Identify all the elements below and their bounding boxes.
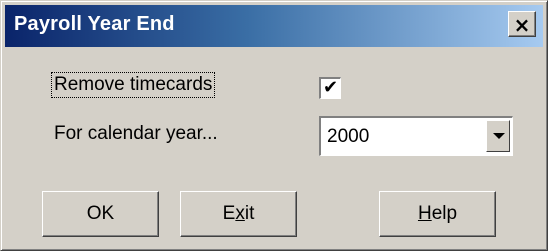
calendar-year-select[interactable]: 2000 (319, 116, 513, 156)
ok-button[interactable]: OK (42, 191, 159, 237)
exit-button-label-suffix: it (244, 203, 255, 224)
calendar-year-value: 2000 (327, 126, 370, 147)
dropdown-arrow-icon[interactable] (486, 120, 510, 152)
exit-button[interactable]: Exit (180, 191, 297, 237)
exit-button-label-prefix: E (222, 203, 236, 224)
help-button[interactable]: Help (379, 191, 496, 237)
help-button-label-suffix: elp (431, 203, 458, 224)
exit-button-mnemonic: x (235, 203, 245, 224)
checkmark-icon: ✔ (322, 77, 339, 98)
close-icon: × (513, 13, 531, 37)
remove-timecards-label[interactable]: Remove timecards (50, 72, 216, 98)
title-bar[interactable]: Payroll Year End × (5, 5, 543, 47)
window-title: Payroll Year End (14, 13, 175, 35)
calendar-year-label: For calendar year... (54, 123, 218, 144)
help-button-mnemonic: H (417, 203, 432, 224)
close-button[interactable]: × (508, 11, 536, 37)
remove-timecards-checkbox[interactable]: ✔ (319, 77, 341, 99)
payroll-year-end-dialog: Payroll Year End × Remove timecards ✔ Fo… (0, 0, 548, 251)
ok-button-label: OK (86, 203, 115, 224)
